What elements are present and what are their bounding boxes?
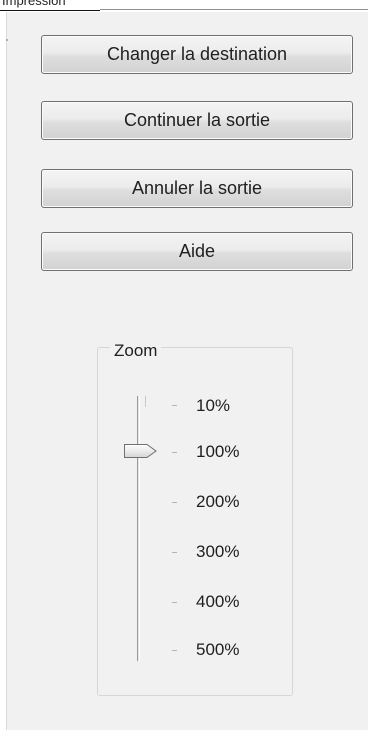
zoom-tick	[172, 650, 177, 651]
zoom-group	[97, 347, 293, 696]
zoom-tick	[172, 552, 177, 553]
zoom-group-label: Zoom	[110, 341, 162, 361]
panel-edge-mark	[6, 39, 8, 41]
cancel-output-button[interactable]: Annuler la sortie	[41, 169, 353, 208]
zoom-level-label[interactable]: 300%	[196, 542, 239, 562]
zoom-tick	[172, 602, 177, 603]
header-title: Impression	[0, 0, 100, 11]
zoom-level-label[interactable]: 400%	[196, 592, 239, 612]
zoom-slider-track[interactable]	[137, 396, 140, 661]
continue-output-button[interactable]: Continuer la sortie	[41, 101, 353, 140]
zoom-slider-thumb[interactable]	[122, 442, 158, 460]
header-divider	[100, 9, 368, 10]
change-destination-button[interactable]: Changer la destination	[41, 35, 353, 74]
zoom-tick	[172, 405, 177, 406]
zoom-slider-track-cap	[145, 396, 146, 407]
zoom-level-label[interactable]: 500%	[196, 640, 239, 660]
zoom-level-label[interactable]: 100%	[196, 442, 239, 462]
zoom-tick	[172, 452, 177, 453]
help-button[interactable]: Aide	[41, 232, 353, 271]
header-title-text: Impression	[2, 0, 66, 8]
zoom-level-label[interactable]: 10%	[196, 396, 230, 416]
zoom-tick	[172, 502, 177, 503]
zoom-level-label[interactable]: 200%	[196, 492, 239, 512]
